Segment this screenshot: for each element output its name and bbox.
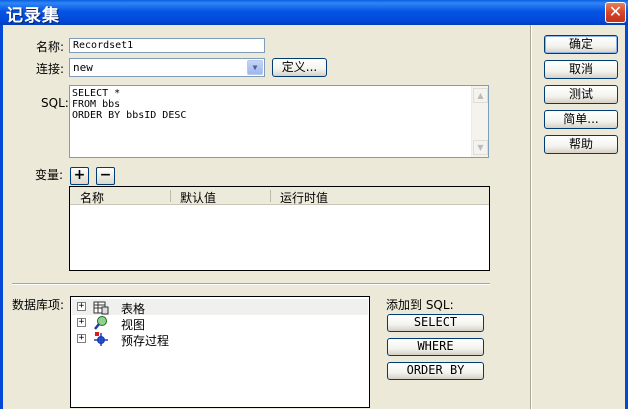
expand-icon[interactable]: + — [77, 302, 86, 311]
sql-scrollbar[interactable]: ▲ ▼ — [471, 86, 488, 157]
table-icon — [93, 301, 109, 315]
help-button[interactable]: 帮助 — [544, 135, 618, 154]
plus-icon: + — [73, 167, 86, 183]
window-frame-left — [0, 25, 3, 409]
add-variable-button[interactable]: + — [70, 167, 89, 185]
variables-table-header: 名称 默认值 运行时值 — [70, 187, 489, 205]
column-separator[interactable] — [270, 190, 271, 202]
section-divider — [12, 283, 490, 285]
name-label: 名称: — [36, 40, 65, 54]
tree-item-stored-procedures[interactable]: + 预存过程 — [72, 331, 368, 348]
sql-textarea[interactable]: SELECT * FROM bbs ORDER BY bbsID DESC ▲ … — [69, 85, 489, 158]
variables-table[interactable]: 名称 默认值 运行时值 — [69, 186, 490, 271]
name-input[interactable]: Recordset1 — [69, 38, 265, 53]
add-select-button[interactable]: SELECT — [387, 314, 484, 332]
scroll-down-icon[interactable]: ▼ — [473, 140, 488, 155]
define-button[interactable]: 定义... — [272, 58, 327, 77]
simple-button[interactable]: 简单... — [544, 110, 618, 129]
ok-button[interactable]: 确定 — [544, 35, 618, 54]
expand-icon[interactable]: + — [77, 318, 86, 327]
view-icon — [94, 316, 107, 330]
add-to-sql-label: 添加到 SQL: — [386, 298, 454, 312]
window-title: 记录集 — [6, 6, 60, 26]
variables-label: 变量: — [35, 168, 64, 182]
vertical-divider — [530, 25, 532, 409]
connection-label: 连接: — [36, 62, 65, 76]
connection-value: new — [73, 61, 93, 74]
test-button[interactable]: 测试 — [544, 85, 618, 104]
tree-item-views[interactable]: + 视图 — [72, 315, 368, 332]
remove-variable-button[interactable]: − — [96, 167, 115, 185]
column-header-name[interactable]: 名称 — [80, 189, 104, 206]
column-header-runtime[interactable]: 运行时值 — [280, 189, 328, 206]
tree-item-tables[interactable]: + 表格 — [72, 299, 368, 316]
close-icon: ✕ — [608, 2, 623, 21]
scroll-up-icon[interactable]: ▲ — [473, 88, 488, 103]
column-header-default[interactable]: 默认值 — [180, 189, 216, 206]
tree-item-label: 预存过程 — [121, 334, 170, 348]
title-bar[interactable]: 记录集 ✕ — [0, 0, 628, 26]
sql-text: SELECT * FROM bbs ORDER BY bbsID DESC — [72, 88, 187, 121]
stored-procedure-icon — [94, 332, 108, 346]
column-separator[interactable] — [170, 190, 171, 202]
sql-label: SQL: — [41, 96, 69, 110]
minus-icon: − — [99, 167, 112, 183]
chevron-down-icon[interactable]: ▼ — [247, 60, 263, 75]
cancel-button[interactable]: 取消 — [544, 60, 618, 79]
expand-icon[interactable]: + — [77, 334, 86, 343]
add-orderby-button[interactable]: ORDER BY — [387, 362, 484, 380]
database-tree[interactable]: + 表格 + 视图 + 预存过程 — [70, 296, 370, 408]
database-items-label: 数据库项: — [12, 298, 65, 312]
add-where-button[interactable]: WHERE — [387, 338, 484, 356]
close-button[interactable]: ✕ — [605, 2, 626, 23]
connection-select[interactable]: new ▼ — [69, 58, 265, 77]
